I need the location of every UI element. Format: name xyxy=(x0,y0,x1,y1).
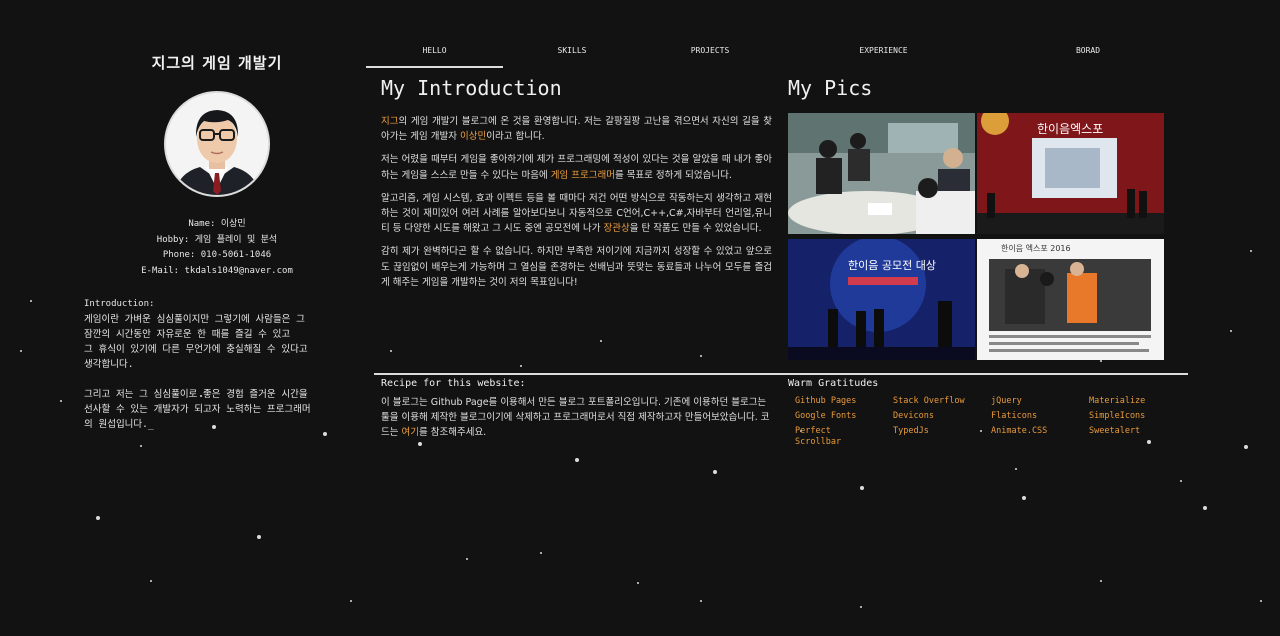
credit-link-typedjs[interactable]: TypedJs xyxy=(893,426,991,448)
credit-link-simpleicons[interactable]: SimpleIcons xyxy=(1089,411,1187,422)
intro-text: 을 탄 작품도 만들 수 있었습니다. xyxy=(629,223,762,235)
intro-paragraph-4: 감히 제가 완벽하다곤 할 수 없습니다. 하지만 부족한 저이기에 지금까지 … xyxy=(381,246,772,288)
tab-skills[interactable]: SKILLS xyxy=(503,40,641,68)
credit-link-flaticons[interactable]: Flaticons xyxy=(991,411,1089,422)
star xyxy=(1015,468,1017,470)
star xyxy=(860,606,862,608)
tab-borad[interactable]: BORAD xyxy=(988,40,1188,68)
star xyxy=(1260,600,1262,602)
star xyxy=(1100,580,1102,582)
credit-link-sweetalert[interactable]: Sweetalert xyxy=(1089,426,1187,448)
gratitudes-section: Warm Gratitudes Github Pages Stack Overf… xyxy=(788,378,1188,448)
credit-link-jquery[interactable]: jQuery xyxy=(991,396,1089,407)
star xyxy=(257,535,261,539)
gratitudes-title: Warm Gratitudes xyxy=(788,378,879,389)
award-ceremony-photo[interactable]: 한이음 공모전 대상 xyxy=(788,239,975,360)
introduction-title: My Introduction xyxy=(381,76,562,100)
credit-link-stack-overflow[interactable]: Stack Overflow xyxy=(893,396,991,407)
highlight-name: 이상민 xyxy=(459,131,487,143)
star xyxy=(140,445,142,447)
star xyxy=(700,600,702,602)
tab-hello[interactable]: HELLO xyxy=(366,40,503,68)
star xyxy=(30,300,32,302)
profile-info: Name: 이상민 Hobby: 게임 플레이 및 분석 Phone: 010-… xyxy=(84,217,350,279)
star xyxy=(600,340,602,342)
recipe-body: 이 블로그는 Github Page를 이용해서 만든 블로그 포트폴리오입니다… xyxy=(381,395,776,441)
site-title: 지그의 게임 개발기 xyxy=(151,54,283,72)
star xyxy=(96,516,100,520)
profile-hobby: Hobby: 게임 플레이 및 분석 xyxy=(156,234,278,245)
main-nav-tabs: HELLO SKILLS PROJECTS EXPERIENCE BORAD xyxy=(366,40,1188,68)
pics-title: My Pics xyxy=(788,76,873,100)
tab-experience[interactable]: EXPERIENCE xyxy=(779,40,988,68)
intro-text: 의 게임 개발기 블로그에 온 것을 환영합니다. 저는 갈팡질팡 고난을 겪으… xyxy=(381,116,772,143)
credit-link-materialize[interactable]: Materialize xyxy=(1089,396,1187,407)
intro-paragraph-1: 지그의 게임 개발기 블로그에 온 것을 환영합니다. 저는 갈팡질팡 고난을 … xyxy=(381,114,772,144)
svg-text:한이음 엑스포 2016: 한이음 엑스포 2016 xyxy=(1001,243,1071,253)
star xyxy=(1100,360,1102,362)
introduction-paragraph-2: 그리고 저는 그 심심풀이로 좋은 경험 즐거운 시간을 선사할 수 있는 개발… xyxy=(84,389,311,430)
credits-list: Github Pages Stack Overflow jQuery Mater… xyxy=(788,396,1188,448)
introduction-paragraph-1: 게임이란 가벼운 심심풀이지만 그렇기에 사람들은 그 잠깐의 시간동안 자유로… xyxy=(84,314,308,370)
profile-name: Name: 이상민 xyxy=(188,219,246,229)
intro-text: 이라고 합니다. xyxy=(486,131,545,143)
highlight-award: 장관상 xyxy=(603,223,630,235)
intro-text: 를 목표로 정하게 되었습니다. xyxy=(614,169,732,181)
star xyxy=(713,470,717,474)
section-divider xyxy=(374,373,1188,375)
pics-section: My Pics 한이음엑스포 한이음 공모전 대상 한이음 엑스포 2016 xyxy=(788,76,1164,360)
credit-link-devicons[interactable]: Devicons xyxy=(893,411,991,422)
star xyxy=(860,486,864,490)
star xyxy=(1244,445,1248,449)
star xyxy=(20,350,22,352)
exhibition-stage-photo[interactable]: 한이음엑스포 xyxy=(977,113,1164,234)
star xyxy=(1022,496,1026,500)
credit-link-perfect-scrollbar[interactable]: Perfect Scrollbar xyxy=(795,426,865,448)
star xyxy=(1203,506,1207,510)
star xyxy=(60,400,62,402)
star xyxy=(323,432,327,436)
highlight-game-programmer: 게임 프로그래머 xyxy=(550,169,615,181)
star xyxy=(466,558,468,560)
introduction-heading: Introduction: xyxy=(84,299,155,309)
recipe-section: Recipe for this website: 이 블로그는 Github P… xyxy=(381,378,776,441)
credit-link-google-fonts[interactable]: Google Fonts xyxy=(795,411,893,422)
star xyxy=(390,350,392,352)
star xyxy=(350,600,352,602)
star xyxy=(520,365,522,367)
star xyxy=(540,552,542,554)
recipe-text: 를 참조해주세요. xyxy=(418,427,487,439)
star xyxy=(700,355,702,357)
star xyxy=(637,582,639,584)
star xyxy=(575,458,579,462)
recipe-title: Recipe for this website: xyxy=(381,378,526,389)
meeting-photo[interactable] xyxy=(788,113,975,234)
credit-link-github-pages[interactable]: Github Pages xyxy=(795,396,893,407)
highlight-zig: 지그 xyxy=(381,116,399,127)
tab-projects[interactable]: PROJECTS xyxy=(641,40,779,68)
profile-phone: Phone: 010-5061-1046 xyxy=(162,250,272,260)
profile-sidebar: 지그의 게임 개발기 Name: 이상민 Hobby: 게임 플레이 및 분석 … xyxy=(84,52,350,432)
profile-email: E-Mail: tkdals1049@naver.com xyxy=(141,265,293,276)
svg-text:한이음 공모전 대상: 한이음 공모전 대상 xyxy=(848,259,936,272)
intro-paragraph-2: 저는 어렸을 때부터 게임을 좋아하기에 제가 프로그래밍에 적성이 있다는 것… xyxy=(381,152,772,182)
introduction-section: My Introduction 지그의 게임 개발기 블로그에 온 것을 환영합… xyxy=(381,76,772,298)
credit-link-animate-css[interactable]: Animate.CSS xyxy=(991,426,1089,448)
typed-introduction: Introduction: 게임이란 가벼운 심심풀이지만 그렇기에 사람들은 … xyxy=(84,297,350,432)
star xyxy=(150,580,152,582)
star xyxy=(1250,250,1252,252)
star xyxy=(1230,330,1232,332)
news-article-photo[interactable]: 한이음 엑스포 2016 xyxy=(977,239,1164,360)
avatar xyxy=(164,91,270,197)
star xyxy=(1180,480,1182,482)
intro-paragraph-3: 알고리즘, 게임 시스템, 효과 이펙트 등을 볼 때마다 저건 어떤 방식으로… xyxy=(381,191,772,237)
star xyxy=(418,442,422,446)
svg-text:한이음엑스포: 한이음엑스포 xyxy=(1037,122,1103,136)
source-code-link[interactable]: 여기 xyxy=(402,427,419,438)
